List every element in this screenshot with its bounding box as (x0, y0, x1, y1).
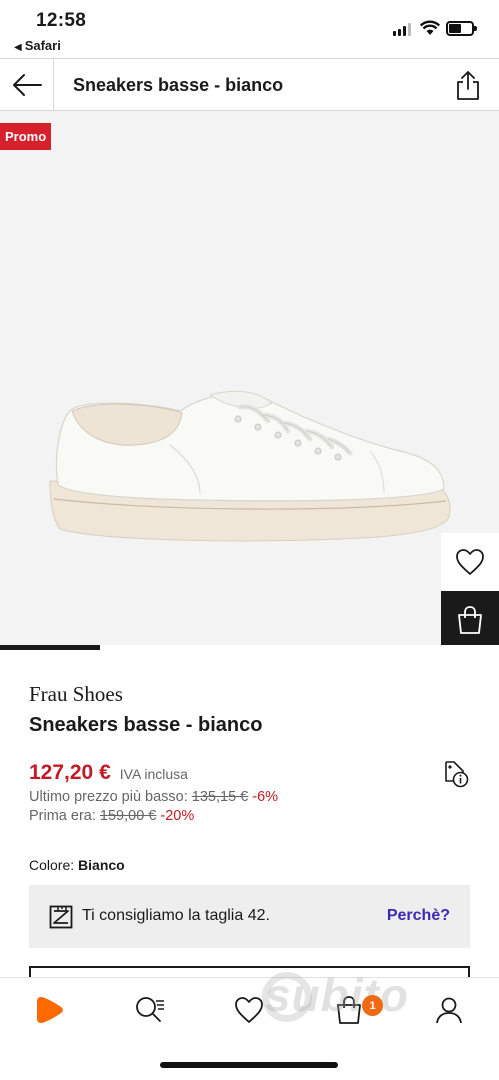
size-advice-box: Ti consigliamo la taglia 42. Perchè? (29, 885, 470, 948)
status-bar: 12:58 ◀ Safari (0, 0, 499, 58)
zalando-logo-icon (37, 997, 63, 1023)
product-gallery[interactable]: Promo (0, 111, 499, 649)
bag-icon (458, 606, 482, 634)
color-value: Bianco (78, 857, 125, 873)
color-label: Colore: (29, 857, 75, 873)
add-to-wishlist-button[interactable] (441, 533, 499, 591)
top-navigation: Sneakers basse - bianco (0, 58, 499, 111)
profile-icon (436, 997, 462, 1024)
current-price: 127,20 € (29, 761, 111, 784)
size-advice-link[interactable]: Perchè? (387, 907, 450, 925)
gallery-progress (0, 645, 499, 650)
tab-search[interactable] (132, 992, 168, 1028)
previous-price-discount: -20% (160, 808, 195, 824)
price-info-icon[interactable] (440, 759, 470, 789)
back-to-safari[interactable]: ◀ Safari (14, 38, 61, 53)
size-advice-text: Ti consigliamo la taglia 42. (82, 907, 270, 924)
size-ruler-icon (49, 905, 73, 929)
brand-name[interactable]: Frau Shoes (29, 682, 123, 707)
promo-badge: Promo (0, 123, 52, 150)
product-image-sneaker[interactable] (40, 381, 460, 556)
previous-price-value: 159,00 € (99, 808, 157, 824)
color-row: Colore: Bianco (29, 857, 125, 873)
lowest-price-line: Ultimo prezzo più basso: 135,15 € -6% (29, 789, 278, 805)
gallery-progress-fill (0, 645, 100, 650)
tab-home[interactable] (32, 992, 68, 1028)
back-app-label: Safari (24, 38, 61, 53)
share-icon[interactable] (454, 69, 482, 101)
nav-divider (53, 59, 54, 110)
vat-label: IVA inclusa (119, 766, 188, 782)
cellular-signal-icon (393, 23, 413, 36)
lowest-price-label: Ultimo prezzo più basso: (29, 789, 188, 805)
price-row: 127,20 € IVA inclusa (29, 761, 188, 785)
heart-icon (235, 997, 263, 1023)
wifi-icon (420, 20, 440, 35)
bag-count-badge: 1 (362, 995, 383, 1016)
lowest-price-discount: -6% (252, 789, 279, 805)
previous-price-line: Prima era: 159,00 € -20% (29, 808, 194, 824)
lowest-price-value: 135,15 € (191, 789, 249, 805)
subito-watermark: subito (265, 969, 409, 1021)
tab-profile[interactable] (431, 992, 467, 1028)
product-name: Sneakers basse - bianco (29, 714, 263, 736)
previous-price-label: Prima era: (29, 808, 96, 824)
home-indicator[interactable] (160, 1062, 338, 1068)
page-title: Sneakers basse - bianco (73, 75, 284, 95)
search-icon (136, 997, 164, 1022)
status-time: 12:58 (36, 10, 87, 31)
battery-icon (446, 21, 477, 36)
heart-icon (456, 549, 484, 575)
arrow-left-icon[interactable] (10, 69, 44, 101)
back-triangle-icon: ◀ (14, 42, 22, 53)
add-to-bag-button[interactable] (441, 591, 499, 649)
